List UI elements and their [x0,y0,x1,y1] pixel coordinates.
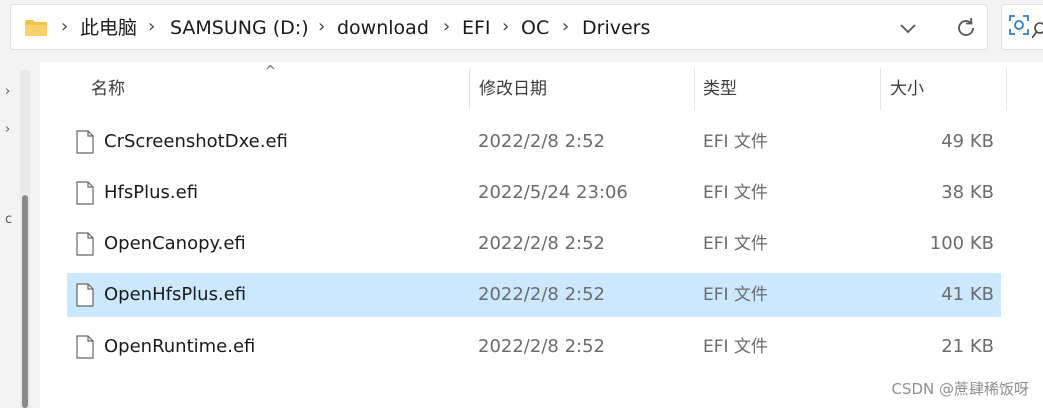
address-bar[interactable]: › 此电脑 › SAMSUNG (D:) › download › EFI › … [10,4,988,50]
refresh-icon[interactable] [951,13,981,43]
file-type: EFI 文件 [703,234,768,254]
file-name[interactable]: OpenCanopy.efi [104,233,246,255]
file-modified-date: 2022/5/24 23:06 [478,182,628,203]
column-header-size[interactable]: 大小 [890,78,924,100]
file-icon [76,130,94,154]
file-size: 41 KB [941,284,994,305]
file-name[interactable]: CrScreenshotDxe.efi [104,131,288,153]
file-icon [76,181,94,205]
file-row[interactable]: OpenCanopy.efi 2022/2/8 2:52 EFI 文件 100 … [67,222,1001,266]
breadcrumb-item-this-pc[interactable]: 此电脑 [80,18,137,38]
nav-scrollbar-thumb[interactable] [22,195,28,408]
file-icon [76,283,94,307]
file-size: 21 KB [941,336,994,357]
nav-item-glyph[interactable]: c [5,212,12,227]
toolbar: › 此电脑 › SAMSUNG (D:) › download › EFI › … [0,0,1043,62]
chevron-right-icon[interactable]: › [502,17,509,37]
file-modified-date: 2022/2/8 2:52 [478,336,605,357]
folder-icon [25,20,47,36]
column-header-name[interactable]: 名称 [91,78,125,100]
chevron-right-icon[interactable]: › [61,17,68,37]
chevron-right-icon[interactable]: › [318,17,325,37]
file-name[interactable]: OpenRuntime.efi [104,336,255,358]
file-row[interactable]: CrScreenshotDxe.efi 2022/2/8 2:52 EFI 文件… [67,120,1001,164]
file-size: 38 KB [941,182,994,203]
watermark: CSDN @蔗肆稀饭呀 [891,380,1029,398]
column-divider[interactable] [880,68,881,110]
file-type: EFI 文件 [703,183,768,203]
column-header-type[interactable]: 类型 [703,78,737,100]
file-type: EFI 文件 [703,132,768,152]
file-icon [76,335,94,359]
file-type: EFI 文件 [703,285,768,305]
chevron-down-icon[interactable] [893,13,923,43]
column-divider[interactable] [469,68,470,110]
nav-expand-icon[interactable]: › [5,84,10,99]
chevron-right-icon[interactable]: › [148,17,155,37]
file-type: EFI 文件 [703,337,768,357]
column-divider[interactable] [1006,68,1007,110]
nav-expand-icon[interactable]: › [5,122,10,137]
breadcrumb-item-efi[interactable]: EFI [462,18,491,38]
chevron-right-icon[interactable]: › [562,17,569,37]
file-modified-date: 2022/2/8 2:52 [478,131,605,152]
breadcrumb-item-drivers[interactable]: Drivers [582,18,650,38]
breadcrumb-item-oc[interactable]: OC [521,18,549,38]
chevron-right-icon[interactable]: › [443,17,450,37]
file-size: 49 KB [941,131,994,152]
file-name[interactable]: HfsPlus.efi [104,182,198,204]
visual-search-icon[interactable] [1007,13,1031,37]
column-header-modified[interactable]: 修改日期 [479,78,547,100]
breadcrumb-item-download[interactable]: download [337,18,429,38]
breadcrumb-item-drive[interactable]: SAMSUNG (D:) [170,18,309,38]
search-icon[interactable] [1032,21,1043,41]
column-divider[interactable] [694,68,695,110]
file-modified-date: 2022/2/8 2:52 [478,233,605,254]
file-size: 100 KB [929,233,994,254]
file-icon [76,232,94,256]
file-row[interactable]: OpenRuntime.efi 2022/2/8 2:52 EFI 文件 21 … [67,325,1001,369]
file-modified-date: 2022/2/8 2:52 [478,284,605,305]
file-row[interactable]: OpenHfsPlus.efi 2022/2/8 2:52 EFI 文件 41 … [67,273,1001,317]
sort-ascending-icon: ^ [265,64,276,79]
file-name[interactable]: OpenHfsPlus.efi [104,284,246,306]
file-row[interactable]: HfsPlus.efi 2022/5/24 23:06 EFI 文件 38 KB [67,171,1001,215]
search-input[interactable] [1001,4,1043,50]
